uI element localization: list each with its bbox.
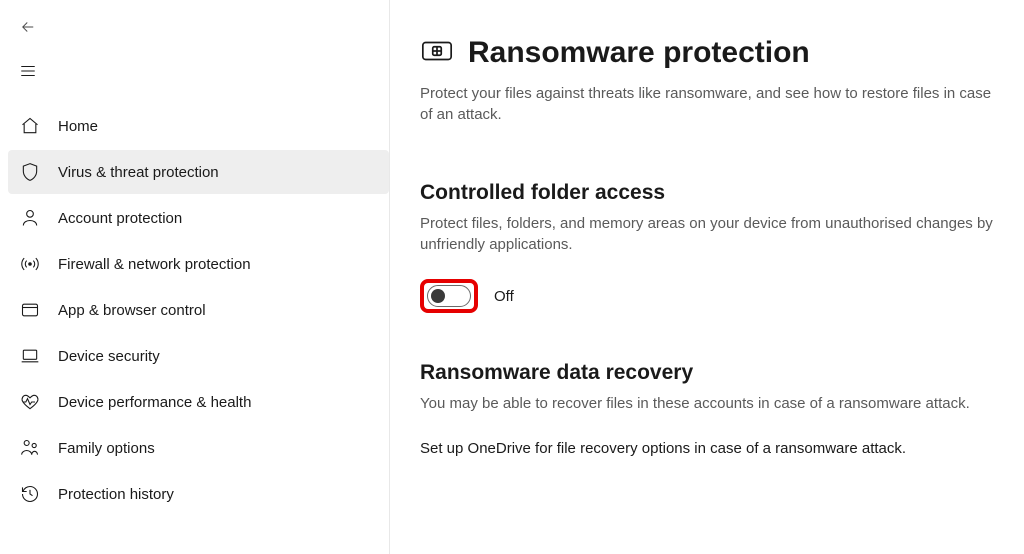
section-controlled-folder-title: Controlled folder access [420, 181, 1004, 205]
sidebar-item-device-performance[interactable]: Device performance & health [8, 380, 389, 424]
sidebar-item-label: Home [58, 118, 98, 135]
app-browser-icon [20, 300, 40, 320]
sidebar-item-virus-threat[interactable]: Virus & threat protection [8, 150, 389, 194]
antenna-icon [20, 254, 40, 274]
section-recovery-description: You may be able to recover files in thes… [420, 393, 1004, 414]
sidebar-item-label: Device performance & health [58, 394, 251, 411]
arrow-left-icon [19, 18, 37, 39]
sidebar-item-label: Protection history [58, 486, 174, 503]
sidebar: Home Virus & threat protection Account p… [0, 0, 390, 554]
section-controlled-folder-description: Protect files, folders, and memory areas… [420, 213, 1004, 255]
hamburger-icon [19, 62, 37, 83]
section-recovery-title: Ransomware data recovery [420, 361, 1004, 385]
back-button[interactable] [12, 12, 44, 44]
family-icon [20, 438, 40, 458]
sidebar-item-device-security[interactable]: Device security [8, 334, 389, 378]
sidebar-item-family-options[interactable]: Family options [8, 426, 389, 470]
sidebar-item-label: Family options [58, 440, 155, 457]
sidebar-item-app-browser[interactable]: App & browser control [8, 288, 389, 332]
toggle-highlight [420, 279, 478, 313]
toggle-state-label: Off [494, 288, 514, 305]
main-content: Ransomware protection Protect your files… [390, 0, 1024, 554]
sidebar-item-label: Firewall & network protection [58, 256, 251, 273]
onedrive-setup-text: Set up OneDrive for file recovery option… [420, 438, 1004, 459]
controlled-folder-toggle[interactable] [427, 285, 471, 307]
shield-icon [20, 162, 40, 182]
toggle-knob [431, 289, 445, 303]
page-title: Ransomware protection [468, 36, 810, 70]
heart-pulse-icon [20, 392, 40, 412]
sidebar-item-home[interactable]: Home [8, 104, 389, 148]
laptop-icon [20, 346, 40, 366]
account-icon [20, 208, 40, 228]
sidebar-item-label: App & browser control [58, 302, 206, 319]
page-header: Ransomware protection [420, 34, 1004, 71]
sidebar-item-label: Virus & threat protection [58, 164, 219, 181]
nav-list: Home Virus & threat protection Account p… [8, 104, 389, 516]
home-icon [20, 116, 40, 136]
sidebar-item-label: Account protection [58, 210, 182, 227]
ransomware-icon [420, 34, 454, 71]
sidebar-item-firewall[interactable]: Firewall & network protection [8, 242, 389, 286]
sidebar-item-account-protection[interactable]: Account protection [8, 196, 389, 240]
page-description: Protect your files against threats like … [420, 83, 1004, 125]
sidebar-item-label: Device security [58, 348, 160, 365]
menu-button[interactable] [12, 56, 44, 88]
sidebar-item-protection-history[interactable]: Protection history [8, 472, 389, 516]
controlled-folder-toggle-row: Off [420, 279, 1004, 313]
history-icon [20, 484, 40, 504]
